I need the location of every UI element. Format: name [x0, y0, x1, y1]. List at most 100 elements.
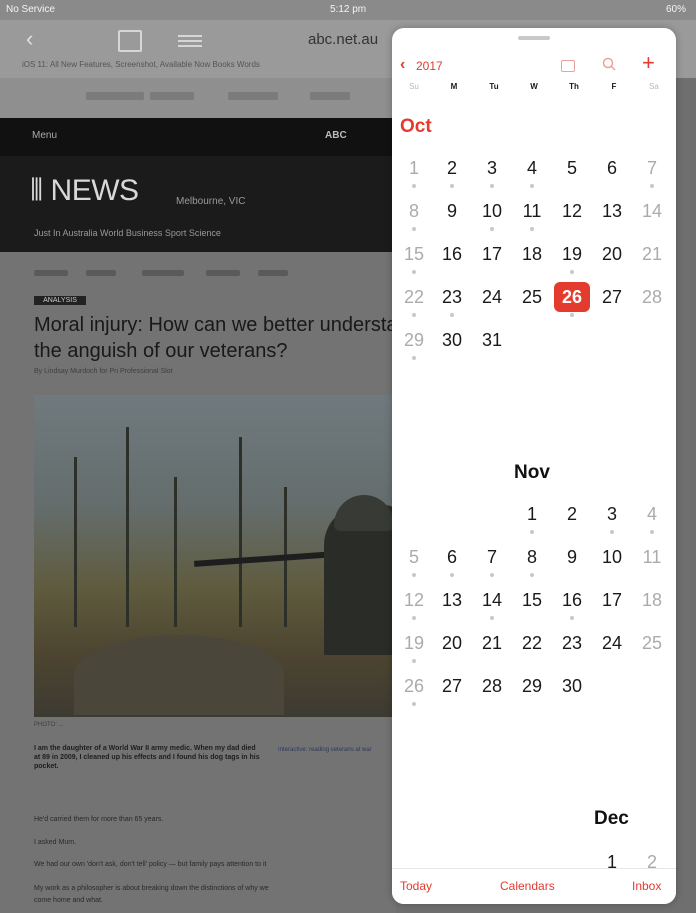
day-cell[interactable]: 1 — [394, 150, 434, 190]
day-cell[interactable]: 12 — [552, 193, 592, 233]
paragraph: We had our own 'don't ask, don't tell' p… — [34, 861, 267, 868]
related-link[interactable]: Interactive: reading veterans at war — [278, 746, 388, 755]
day-cell[interactable]: 3 — [472, 150, 512, 190]
day-number: 10 — [601, 547, 623, 567]
day-cell[interactable]: 23 — [552, 625, 592, 665]
day-cell[interactable]: 14 — [472, 582, 512, 622]
event-dot — [570, 313, 574, 317]
day-cell[interactable]: 14 — [632, 193, 672, 233]
day-cell[interactable]: 29 — [394, 322, 434, 362]
day-cell[interactable]: 8 — [394, 193, 434, 233]
day-cell[interactable]: 29 — [512, 668, 552, 708]
calendars-button[interactable]: Calendars — [500, 879, 555, 893]
day-cell[interactable]: 27 — [592, 279, 632, 319]
event-dot — [412, 702, 416, 706]
day-cell[interactable]: 20 — [592, 236, 632, 276]
bookmarks-icon[interactable] — [118, 30, 142, 52]
day-cell[interactable]: 4 — [632, 496, 672, 536]
day-cell[interactable]: 13 — [432, 582, 472, 622]
day-cell[interactable]: 31 — [472, 322, 512, 362]
event-dot — [412, 270, 416, 274]
day-cell[interactable]: 10 — [592, 539, 632, 579]
inbox-button[interactable]: Inbox — [632, 879, 661, 893]
day-cell[interactable]: 22 — [394, 279, 434, 319]
section-nav[interactable]: Just In Australia World Business Sport S… — [34, 228, 221, 238]
day-cell[interactable]: 5 — [552, 150, 592, 190]
day-cell[interactable]: 30 — [432, 322, 472, 362]
day-cell[interactable]: 2 — [432, 150, 472, 190]
day-cell[interactable]: 24 — [472, 279, 512, 319]
day-cell[interactable]: 28 — [472, 668, 512, 708]
day-cell[interactable]: 21 — [632, 236, 672, 276]
day-number: 27 — [601, 287, 623, 307]
day-cell[interactable]: 15 — [512, 582, 552, 622]
day-cell[interactable]: 18 — [632, 582, 672, 622]
day-cell[interactable]: 20 — [432, 625, 472, 665]
day-cell[interactable]: 26 — [552, 279, 592, 319]
clock: 5:12 pm — [330, 4, 367, 15]
day-number: 31 — [481, 330, 503, 350]
day-cell[interactable]: 3 — [592, 496, 632, 536]
day-cell[interactable]: 25 — [512, 279, 552, 319]
day-cell[interactable]: 17 — [472, 236, 512, 276]
day-cell[interactable]: 27 — [432, 668, 472, 708]
day-number: 11 — [642, 547, 662, 567]
day-number: 10 — [481, 201, 503, 221]
day-cell[interactable]: 19 — [394, 625, 434, 665]
day-cell[interactable]: 30 — [552, 668, 592, 708]
day-cell[interactable]: 4 — [512, 150, 552, 190]
day-cell[interactable]: 6 — [592, 150, 632, 190]
day-cell[interactable]: 7 — [632, 150, 672, 190]
day-cell[interactable]: 11 — [632, 539, 672, 579]
day-cell[interactable]: 11 — [512, 193, 552, 233]
day-cell[interactable]: 7 — [472, 539, 512, 579]
day-cell[interactable]: 16 — [432, 236, 472, 276]
day-cell[interactable]: 6 — [432, 539, 472, 579]
day-cell[interactable]: 1 — [512, 496, 552, 536]
day-number: 21 — [641, 244, 663, 264]
location-label: Melbourne, VIC — [176, 196, 246, 207]
event-dot — [650, 184, 654, 188]
paragraph: come home and what. — [34, 897, 103, 904]
event-dot — [490, 227, 494, 231]
tab-strip — [0, 78, 396, 118]
day-cell[interactable]: 17 — [592, 582, 632, 622]
event-dot — [530, 184, 534, 188]
day-cell[interactable]: 16 — [552, 582, 592, 622]
day-cell[interactable]: 15 — [394, 236, 434, 276]
day-number: 23 — [561, 633, 583, 653]
day-cell[interactable]: 5 — [394, 539, 434, 579]
day-cell[interactable]: 26 — [394, 668, 434, 708]
menu-button[interactable]: Menu — [32, 130, 57, 141]
photo-caption: PHOTO: ... — [34, 722, 64, 728]
reader-icon[interactable] — [178, 32, 202, 48]
day-cell[interactable]: 18 — [512, 236, 552, 276]
day-cell[interactable]: 23 — [432, 279, 472, 319]
day-cell[interactable]: 21 — [472, 625, 512, 665]
day-cell[interactable]: 9 — [432, 193, 472, 233]
day-cell[interactable]: 8 — [512, 539, 552, 579]
day-cell[interactable]: 10 — [472, 193, 512, 233]
day-cell[interactable]: 12 — [394, 582, 434, 622]
day-number: 9 — [566, 547, 577, 567]
abc-logo[interactable]: ABC — [325, 130, 347, 141]
day-number: 9 — [446, 201, 457, 221]
back-icon[interactable]: ‹ — [26, 26, 33, 52]
day-cell[interactable]: 9 — [552, 539, 592, 579]
event-dot — [490, 184, 494, 188]
today-button[interactable]: Today — [400, 879, 432, 893]
day-cell[interactable]: 2 — [552, 496, 592, 536]
day-cell[interactable]: 19 — [552, 236, 592, 276]
day-cell[interactable]: 13 — [592, 193, 632, 233]
day-number: 15 — [403, 244, 425, 264]
day-number: 8 — [408, 201, 419, 221]
abc-news-logo[interactable]: ⦀ NEWS — [30, 174, 139, 208]
day-cell[interactable]: 24 — [592, 625, 632, 665]
day-cell[interactable]: 25 — [632, 625, 672, 665]
day-cell[interactable]: 28 — [632, 279, 672, 319]
day-cell[interactable]: 22 — [512, 625, 552, 665]
event-dot — [490, 573, 494, 577]
day-number: 17 — [601, 590, 623, 610]
event-dot — [450, 313, 454, 317]
address-bar[interactable]: abc.net.au — [308, 31, 378, 48]
